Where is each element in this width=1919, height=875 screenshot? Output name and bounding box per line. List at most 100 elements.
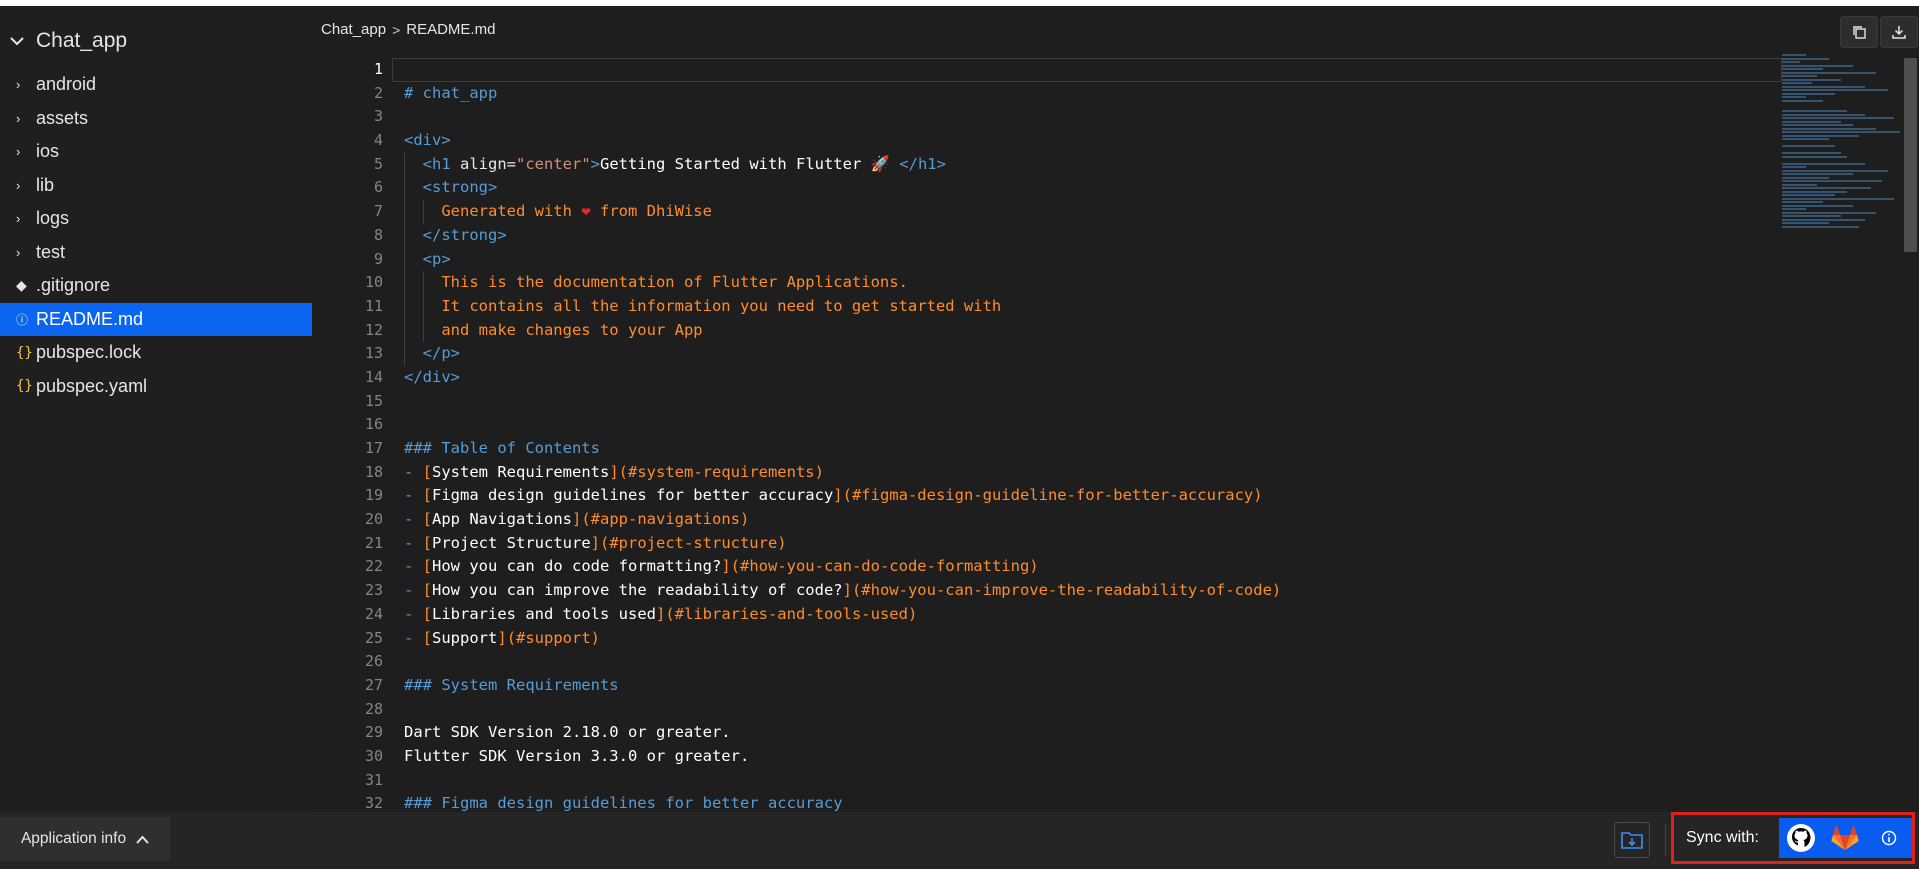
code-line[interactable]: - [Figma design guidelines for better ac… — [392, 484, 1782, 508]
minimap-line — [1782, 218, 1865, 221]
code-line[interactable]: ### Table of Contents — [392, 437, 1782, 461]
html-attr: align — [460, 154, 507, 173]
minimap-line — [1782, 124, 1853, 126]
line-number: 29 — [364, 723, 383, 742]
copy-button[interactable] — [1840, 16, 1878, 48]
md-bracket: [ — [422, 581, 433, 600]
indent-guide — [404, 294, 405, 319]
minimap-line — [1782, 127, 1877, 130]
tree-item-test[interactable]: › test — [0, 236, 312, 270]
code-line[interactable]: <h1 align="center">Getting Started with … — [392, 152, 1782, 177]
breadcrumb-project[interactable]: Chat_app — [321, 21, 386, 38]
line-number: 15 — [364, 391, 383, 410]
minimap-line — [1782, 169, 1889, 172]
code-area[interactable]: # chat_app <div> <h1 align="center">Gett… — [392, 58, 1782, 816]
code-line[interactable]: ### System Requirements — [392, 674, 1782, 698]
tree-item-gitignore[interactable]: ◆ .gitignore — [0, 269, 312, 303]
md-link-anchor: (#project-structure) — [600, 533, 787, 552]
code-line[interactable]: - [Libraries and tools used](#libraries-… — [392, 603, 1782, 627]
html-text: It contains all the information you need… — [441, 296, 1002, 315]
vertical-scrollbar-thumb[interactable] — [1904, 58, 1917, 252]
download-icon — [1892, 26, 1906, 39]
chevron-right-icon: › — [16, 211, 21, 227]
info-icon — [1881, 830, 1897, 846]
gitlab-sync-button[interactable] — [1823, 818, 1867, 858]
tree-item-android[interactable]: › android — [0, 68, 312, 102]
tree-item-pubspec-yaml[interactable]: {} pubspec.yaml — [0, 370, 312, 404]
code-line[interactable]: Dart SDK Version 2.18.0 or greater. — [392, 721, 1782, 745]
breadcrumb-file[interactable]: README.md — [406, 21, 495, 38]
html-tag: <strong> — [422, 178, 498, 197]
tree-item-assets[interactable]: › assets — [0, 102, 312, 136]
md-bracket: ] — [590, 533, 600, 552]
md-bracket: ] — [609, 462, 619, 481]
project-root[interactable]: Chat_app — [0, 25, 312, 57]
indent-guide — [404, 247, 405, 272]
code-line[interactable]: - [App Navigations](#app-navigations) — [392, 508, 1782, 532]
code-line[interactable]: Flutter SDK Version 3.3.0 or greater. — [392, 745, 1782, 769]
code-line[interactable] — [392, 698, 1782, 722]
tree-item-label: .gitignore — [36, 275, 111, 296]
chevron-right-icon: › — [16, 177, 21, 193]
minimap-line — [1782, 197, 1895, 200]
html-tag: </h1> — [889, 154, 946, 173]
code-line[interactable] — [392, 390, 1782, 414]
code-line[interactable]: # chat_app — [392, 82, 1782, 106]
code-line[interactable]: and make changes to your App — [392, 318, 1782, 343]
bottom-bar: Application info Sync with: — [0, 812, 1919, 869]
line-number: 31 — [364, 770, 383, 789]
download-button[interactable] — [1880, 16, 1918, 48]
code-line[interactable]: <strong> — [392, 176, 1782, 201]
file-tree: › android › assets › ios › lib › logs › … — [0, 68, 312, 403]
github-sync-button[interactable] — [1779, 818, 1823, 858]
tree-item-readme[interactable]: ⓘ README.md — [0, 302, 312, 336]
code-line[interactable]: - [How you can do code formatting?](#how… — [392, 555, 1782, 579]
code-line[interactable]: </strong> — [392, 223, 1782, 248]
code-line[interactable]: <p> — [392, 247, 1782, 272]
code-line[interactable]: It contains all the information you need… — [392, 294, 1782, 319]
line-number: 6 — [373, 178, 383, 197]
code-line[interactable] — [392, 769, 1782, 793]
md-bullet: - — [404, 510, 423, 529]
minimap-line — [1782, 180, 1883, 182]
code-line[interactable] — [392, 413, 1782, 437]
line-number: 25 — [364, 628, 383, 647]
tree-item-label: android — [36, 74, 97, 95]
application-info-button[interactable]: Application info — [0, 817, 170, 861]
tree-item-label: logs — [36, 208, 70, 229]
tree-item-lib[interactable]: › lib — [0, 169, 312, 203]
minimap[interactable] — [1782, 54, 1900, 264]
tree-item-label: assets — [36, 107, 89, 128]
chevron-down-icon — [10, 36, 26, 46]
line-number: 5 — [373, 154, 383, 173]
code-line[interactable]: - [Project Structure](#project-structure… — [392, 532, 1782, 556]
chevron-right-icon: › — [16, 144, 21, 160]
code-line[interactable] — [392, 650, 1782, 674]
code-line[interactable]: Generated with ❤ from DhiWise — [392, 200, 1782, 224]
html-tag: </div> — [404, 367, 460, 386]
sync-with-panel: Sync with: — [1671, 812, 1915, 864]
code-line[interactable] — [392, 105, 1782, 129]
line-number: 17 — [364, 439, 383, 457]
sync-info-button[interactable] — [1867, 818, 1911, 858]
md-bracket: [ — [422, 486, 433, 505]
code-line[interactable]: </p> — [392, 342, 1782, 366]
code-line[interactable]: - [How you can improve the readability o… — [392, 579, 1782, 603]
minimap-line — [1782, 215, 1841, 217]
chevron-right-icon: › — [16, 244, 21, 260]
code-line[interactable]: - [System Requirements](#system-requirem… — [392, 461, 1782, 485]
tree-item-ios[interactable]: › ios — [0, 135, 312, 169]
code-line[interactable] — [392, 58, 1782, 82]
code-line[interactable]: </div> — [392, 366, 1782, 390]
file-explorer-sidebar: Chat_app › android › assets › ios › lib … — [0, 6, 312, 812]
tree-item-label: lib — [36, 174, 55, 195]
code-line[interactable]: This is the documentation of Flutter App… — [392, 271, 1782, 295]
tree-item-logs[interactable]: › logs — [0, 202, 312, 236]
code-line[interactable]: - [Support](#support) — [392, 627, 1782, 651]
info-icon: ⓘ — [16, 312, 29, 327]
gitlab-icon — [1831, 825, 1859, 850]
export-folder-button[interactable] — [1614, 822, 1650, 858]
code-line[interactable]: <div> — [392, 129, 1782, 153]
tree-item-pubspec-lock[interactable]: {} pubspec.lock — [0, 336, 312, 370]
md-bracket: [ — [422, 628, 433, 647]
